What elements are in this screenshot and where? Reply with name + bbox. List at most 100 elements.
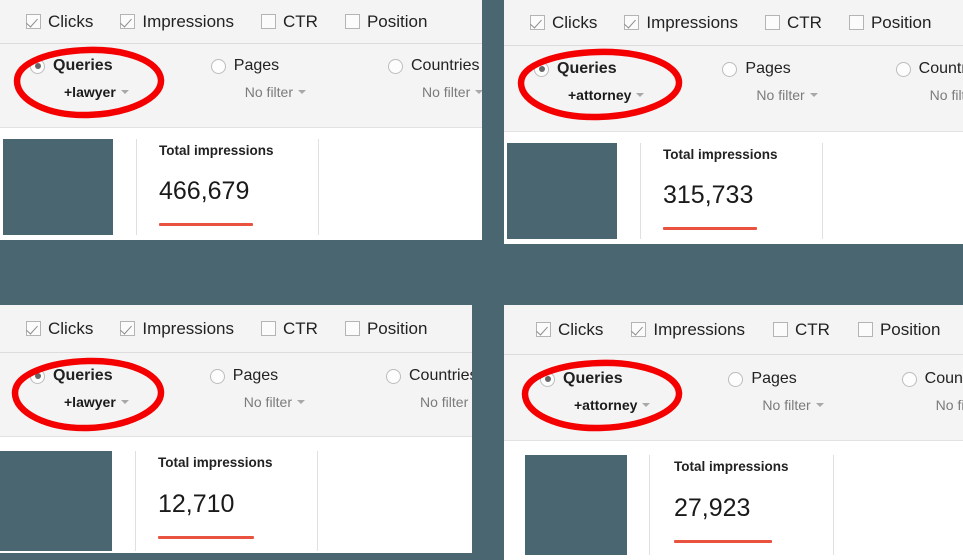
dimension-queries[interactable]: Queries +attorney [540, 370, 651, 413]
dimension-countries[interactable]: Countries No filter [388, 57, 482, 100]
checkbox-unchecked-icon[interactable] [772, 322, 788, 337]
chevron-down-icon[interactable] [815, 403, 824, 407]
radio-selected-icon[interactable] [30, 368, 45, 384]
checkbox-unchecked-icon[interactable] [344, 14, 360, 29]
dimension-countries-header[interactable]: Countries [895, 60, 963, 78]
chevron-down-icon[interactable] [809, 93, 818, 97]
checkbox-unchecked-icon[interactable] [260, 14, 276, 29]
checkbox-checked-icon[interactable] [536, 322, 551, 337]
checkbox-checked-icon[interactable] [631, 322, 647, 337]
checkbox-checked-icon[interactable] [26, 321, 41, 336]
metrics-checkbox-row: Clicks Impressions CTR Position [0, 0, 482, 44]
dimension-filter-pages[interactable]: No filter [762, 397, 824, 413]
dimension-filter-pages[interactable]: No filter [756, 87, 818, 103]
radio-selected-icon[interactable] [30, 58, 45, 74]
dimension-countries-header[interactable]: Countries [388, 57, 482, 75]
metrics-checkbox-row: Clicks Impressions CTR Position [504, 0, 963, 46]
chevron-down-icon[interactable] [297, 400, 305, 404]
metric-position[interactable]: Position [848, 13, 931, 33]
radio-unselected-icon[interactable] [209, 368, 225, 384]
metric-position[interactable]: Position [344, 319, 427, 339]
radio-unselected-icon[interactable] [388, 58, 403, 74]
dimension-pages[interactable]: Pages No filter [722, 60, 818, 103]
checkbox-checked-icon[interactable] [624, 15, 640, 30]
metric-label-impressions: Impressions [142, 318, 234, 338]
radio-selected-icon[interactable] [534, 61, 549, 77]
dimension-queries-header[interactable]: Queries [30, 57, 129, 75]
radio-selected-icon[interactable] [540, 371, 555, 387]
checkbox-checked-icon[interactable] [530, 15, 545, 30]
checkbox-checked-icon[interactable] [26, 14, 41, 29]
chevron-down-icon[interactable] [120, 400, 129, 404]
radio-unselected-icon[interactable] [728, 371, 744, 387]
dimension-filter-pages-label: No filter [244, 84, 293, 100]
dimension-pages-header[interactable]: Pages [728, 370, 823, 388]
metric-impressions[interactable]: Impressions [120, 12, 234, 32]
stats-strip: Total impressions 315,733 [504, 132, 963, 239]
radio-unselected-icon[interactable] [386, 368, 401, 384]
dimension-pages[interactable]: Pages No filter [728, 370, 824, 413]
dimension-queries[interactable]: Queries +attorney [534, 60, 645, 103]
chevron-down-icon[interactable] [298, 90, 306, 94]
checkbox-unchecked-icon[interactable] [857, 322, 873, 337]
metric-position[interactable]: Position [344, 12, 427, 32]
metric-ctr[interactable]: CTR [764, 13, 822, 33]
chevron-down-icon[interactable] [642, 403, 651, 407]
checkbox-unchecked-icon[interactable] [344, 321, 360, 336]
checkbox-unchecked-icon[interactable] [764, 15, 780, 30]
dimension-filter-queries[interactable]: +attorney [574, 397, 651, 413]
dimension-filter-queries[interactable]: +lawyer [64, 394, 129, 410]
chevron-down-icon[interactable] [636, 93, 645, 97]
dimension-pages-header[interactable]: Pages [210, 57, 306, 75]
dimension-pages[interactable]: Pages No filter [209, 367, 305, 410]
radio-unselected-icon[interactable] [895, 61, 911, 77]
checkbox-checked-icon[interactable] [120, 321, 136, 336]
dimension-filter-pages[interactable]: No filter [244, 394, 305, 410]
metric-impressions[interactable]: Impressions [120, 319, 234, 339]
metric-impressions[interactable]: Impressions [624, 13, 738, 33]
checkbox-unchecked-icon[interactable] [848, 15, 864, 30]
dimension-pages[interactable]: Pages No filter [210, 57, 306, 100]
metric-ctr[interactable]: CTR [772, 320, 830, 340]
dimension-countries-header[interactable]: Countries [386, 367, 472, 385]
dimension-queries[interactable]: Queries +lawyer [30, 367, 129, 410]
dimension-pages-header[interactable]: Pages [209, 367, 305, 385]
checkbox-unchecked-icon[interactable] [260, 321, 276, 336]
dimension-pages-header[interactable]: Pages [722, 60, 817, 78]
dimension-filter-countries[interactable]: No filter [936, 397, 963, 413]
dimension-filter-countries[interactable]: No filter [422, 84, 482, 100]
metric-ctr[interactable]: CTR [260, 319, 318, 339]
dimension-label-countries: Countries [918, 60, 963, 77]
dimension-filter-countries[interactable]: No filter [420, 394, 472, 410]
dimension-countries[interactable]: Countries No filter [386, 367, 472, 410]
dimension-filter-queries[interactable]: +lawyer [64, 84, 129, 100]
radio-unselected-icon[interactable] [901, 371, 917, 387]
metric-clicks[interactable]: Clicks [530, 13, 597, 33]
radio-unselected-icon[interactable] [722, 61, 738, 77]
metric-position[interactable]: Position [857, 319, 941, 340]
metric-clicks[interactable]: Clicks [26, 319, 93, 339]
dimension-filter-countries-label: No filter [929, 87, 963, 103]
dimension-queries[interactable]: Queries +lawyer [30, 57, 129, 100]
chevron-down-icon[interactable] [475, 90, 482, 94]
stat-value: 12,710 [158, 490, 235, 518]
chart-thumbnail [0, 451, 112, 551]
dimension-countries-header[interactable]: Countries [901, 370, 963, 388]
metric-clicks[interactable]: Clicks [536, 320, 603, 340]
checkbox-checked-icon[interactable] [120, 14, 136, 29]
dimension-filter-pages[interactable]: No filter [245, 84, 306, 100]
radio-unselected-icon[interactable] [210, 58, 226, 74]
dimension-countries[interactable]: Countries No filter [901, 370, 963, 413]
dimension-filter-queries[interactable]: +attorney [568, 87, 645, 103]
metric-impressions[interactable]: Impressions [631, 320, 745, 340]
dimension-countries[interactable]: Countries No filter [895, 60, 963, 103]
metric-ctr[interactable]: CTR [260, 12, 318, 32]
metric-label-position: Position [879, 319, 941, 339]
metric-clicks[interactable]: Clicks [26, 12, 93, 32]
dimension-filter-countries[interactable]: No filter [930, 87, 963, 103]
chevron-down-icon[interactable] [120, 90, 129, 94]
dimension-queries-header[interactable]: Queries [540, 370, 650, 388]
dimension-queries-header[interactable]: Queries [30, 367, 129, 385]
dimension-filter-queries-label: +attorney [568, 87, 632, 103]
dimension-queries-header[interactable]: Queries [534, 60, 644, 78]
